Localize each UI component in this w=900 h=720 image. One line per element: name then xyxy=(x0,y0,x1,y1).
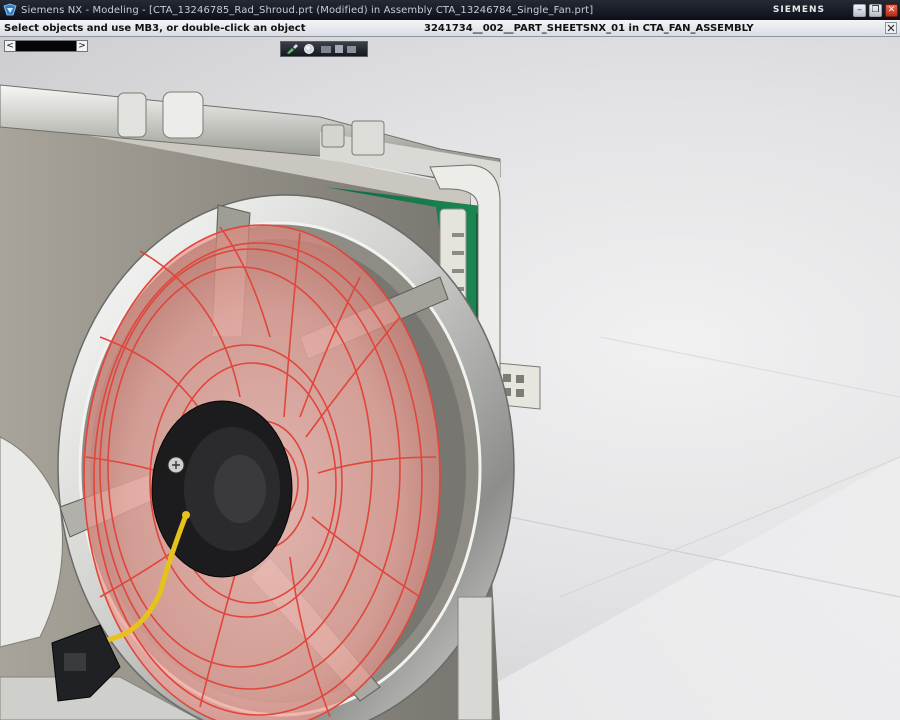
navigation-field[interactable] xyxy=(16,39,76,52)
title-bar[interactable]: Siemens NX - Modeling - [CTA_13246785_Ra… xyxy=(0,0,900,20)
navigation-bar: < > xyxy=(4,39,88,52)
chevron-right-icon: > xyxy=(78,40,86,51)
render-sphere-icon xyxy=(304,44,314,54)
work-part-indicator: 3241734__002__PART_SHEETSNX_01 in CTA_FA… xyxy=(424,22,754,34)
view-orient-icon xyxy=(321,45,356,53)
status-bar-close-button[interactable] xyxy=(885,22,897,34)
nx-app-icon[interactable] xyxy=(3,3,17,17)
sketch-brush-icon xyxy=(287,44,298,54)
restore-icon: ❐ xyxy=(871,4,880,15)
graphics-window[interactable]: < > xyxy=(0,37,900,720)
sketch-tool-button[interactable] xyxy=(285,43,299,55)
close-button[interactable]: ✕ xyxy=(885,3,898,17)
restore-button[interactable]: ❐ xyxy=(869,3,882,17)
window-title: Siemens NX - Modeling - [CTA_13246785_Ra… xyxy=(21,4,594,16)
view-orientation-button[interactable] xyxy=(319,43,359,55)
siemens-brand-logo: SIEMENS xyxy=(772,5,825,15)
minimize-button[interactable]: – xyxy=(853,3,866,17)
nx-application-window: Siemens NX - Modeling - [CTA_13246785_Ra… xyxy=(0,0,900,720)
chevron-left-icon: < xyxy=(6,40,14,51)
close-icon: ✕ xyxy=(887,4,896,15)
cad-model-view[interactable] xyxy=(0,37,900,720)
minimize-icon: – xyxy=(857,4,862,15)
status-bar: Select objects and use MB3, or double-cl… xyxy=(0,20,900,37)
render-style-button[interactable] xyxy=(302,43,316,55)
forward-button[interactable]: > xyxy=(76,39,88,52)
view-toolbar xyxy=(280,41,368,57)
back-button[interactable]: < xyxy=(4,39,16,52)
selection-prompt: Select objects and use MB3, or double-cl… xyxy=(4,22,306,34)
close-icon xyxy=(887,24,895,32)
